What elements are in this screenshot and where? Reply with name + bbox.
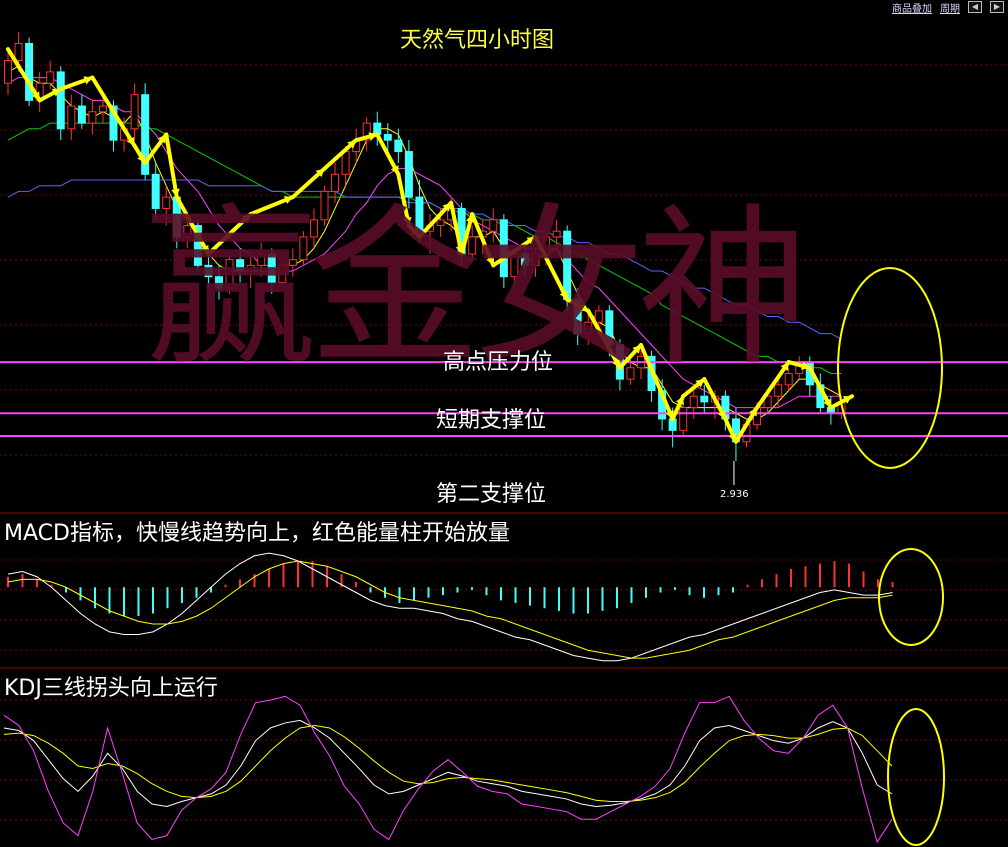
trend-arrow-segment (6, 47, 42, 103)
candle-body (77, 105, 86, 124)
candle-body (67, 105, 76, 130)
kdj-line-d (3, 724, 893, 802)
candle-body (679, 407, 688, 431)
candle-body (383, 133, 392, 141)
candle-body (88, 111, 97, 124)
level-label-support-1: 短期支撑位 (436, 408, 547, 433)
level-label-resistance: 高点压力位 (443, 350, 554, 375)
low-price-label: 2.936 (720, 489, 749, 500)
candle-body (25, 42, 34, 101)
highlight-circle-price (837, 267, 943, 469)
period-link[interactable]: 周期 (940, 0, 960, 15)
candle-body (14, 42, 23, 62)
kdj-line-k (3, 719, 893, 808)
overlay-link[interactable]: 商品叠加 (892, 0, 932, 15)
macd-dea-line (7, 560, 893, 659)
toolbar: 商品叠加 周期 ◀ ▶ (892, 0, 1008, 15)
highlight-circle-macd (878, 548, 944, 646)
chart-stage: 赢金女神 商品叠加 周期 ◀ ▶ 天然气四小时图 高点压力位 短期支撑位 第二支… (0, 0, 1008, 847)
level-label-support-2: 第二支撑位 (436, 482, 547, 507)
highlight-circle-kdj (887, 708, 945, 846)
main-chart-title: 天然气四小时图 (400, 28, 555, 53)
candle-body (56, 71, 65, 130)
candle-body (4, 60, 12, 84)
nav-next-button[interactable]: ▶ (990, 1, 1004, 13)
nav-prev-button[interactable]: ◀ (968, 1, 982, 13)
kdj-line-j (3, 695, 893, 844)
candle-body (46, 71, 55, 84)
candle-body (98, 105, 107, 113)
macd-title: MACD指标，快慢线趋势向上，红色能量柱开始放量 (4, 521, 510, 546)
kdj-title: KDJ三线拐头向上运行 (4, 676, 218, 701)
candle-body (130, 94, 139, 130)
